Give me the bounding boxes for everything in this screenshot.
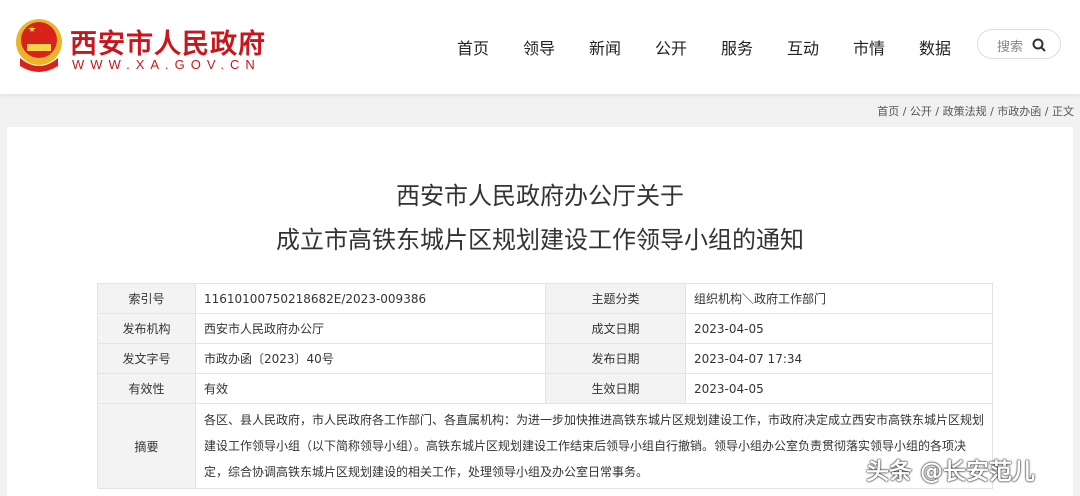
effective-label: 生效日期 (545, 373, 686, 404)
table-row: 发文字号 市政办函〔2023〕40号 发布日期 2023-04-07 17:34 (97, 343, 993, 374)
validity-value: 有效 (195, 373, 546, 404)
topic-value: 组织机构＼政府工作部门 (685, 283, 993, 314)
site-header: 西安市人民政府 WWW.XA.GOV.CN 首页 领导 新闻 公开 服务 互动 … (0, 0, 1080, 94)
issuer-label: 发布机构 (97, 313, 196, 344)
article-title-line1: 西安市人民政府办公厅关于 (396, 182, 684, 210)
search-icon (1032, 38, 1046, 52)
nav-leaders[interactable]: 领导 (506, 35, 572, 59)
site-title[interactable]: 西安市人民政府 (70, 22, 266, 61)
article-title-line2: 成立市高铁东城片区规划建设工作领导小组的通知 (276, 226, 804, 254)
nav-public[interactable]: 公开 (638, 35, 704, 59)
docno-value: 市政办函〔2023〕40号 (195, 343, 546, 374)
summary-label: 摘要 (97, 403, 196, 489)
national-emblem-icon (16, 19, 62, 72)
site-url: WWW.XA.GOV.CN (72, 57, 261, 72)
nav-news[interactable]: 新闻 (572, 35, 638, 59)
search-label: 搜索 (997, 40, 1024, 55)
index-value: 11610100750218682E/2023-009386 (195, 283, 546, 314)
topic-label: 主题分类 (545, 283, 686, 314)
created-label: 成文日期 (545, 313, 686, 344)
document-meta-table: 索引号 11610100750218682E/2023-009386 主题分类 … (97, 283, 993, 489)
table-row: 索引号 11610100750218682E/2023-009386 主题分类 … (97, 283, 993, 314)
table-row: 摘要 各区、县人民政府，市人民政府各工作部门、各直属机构：为进一步加快推进高铁东… (97, 403, 993, 489)
search-button[interactable]: 搜索 (977, 29, 1061, 59)
nav-data[interactable]: 数据 (902, 35, 968, 59)
docno-label: 发文字号 (97, 343, 196, 374)
main-nav: 首页 领导 新闻 公开 服务 互动 市情 数据 (440, 35, 968, 59)
created-value: 2023-04-05 (685, 313, 993, 344)
validity-label: 有效性 (97, 373, 196, 404)
table-row: 发布机构 西安市人民政府办公厅 成文日期 2023-04-05 (97, 313, 993, 344)
effective-value: 2023-04-05 (685, 373, 993, 404)
watermark: 头条 @长安范儿 (866, 459, 1036, 485)
nav-home[interactable]: 首页 (440, 35, 506, 59)
published-label: 发布日期 (545, 343, 686, 374)
nav-interaction[interactable]: 互动 (770, 35, 836, 59)
table-row: 有效性 有效 生效日期 2023-04-05 (97, 373, 993, 404)
breadcrumb[interactable]: 首页 / 公开 / 政策法规 / 市政办函 / 正文 (877, 103, 1074, 119)
published-value: 2023-04-07 17:34 (685, 343, 993, 374)
index-label: 索引号 (97, 283, 196, 314)
nav-city-info[interactable]: 市情 (836, 35, 902, 59)
issuer-value: 西安市人民政府办公厅 (195, 313, 546, 344)
nav-services[interactable]: 服务 (704, 35, 770, 59)
